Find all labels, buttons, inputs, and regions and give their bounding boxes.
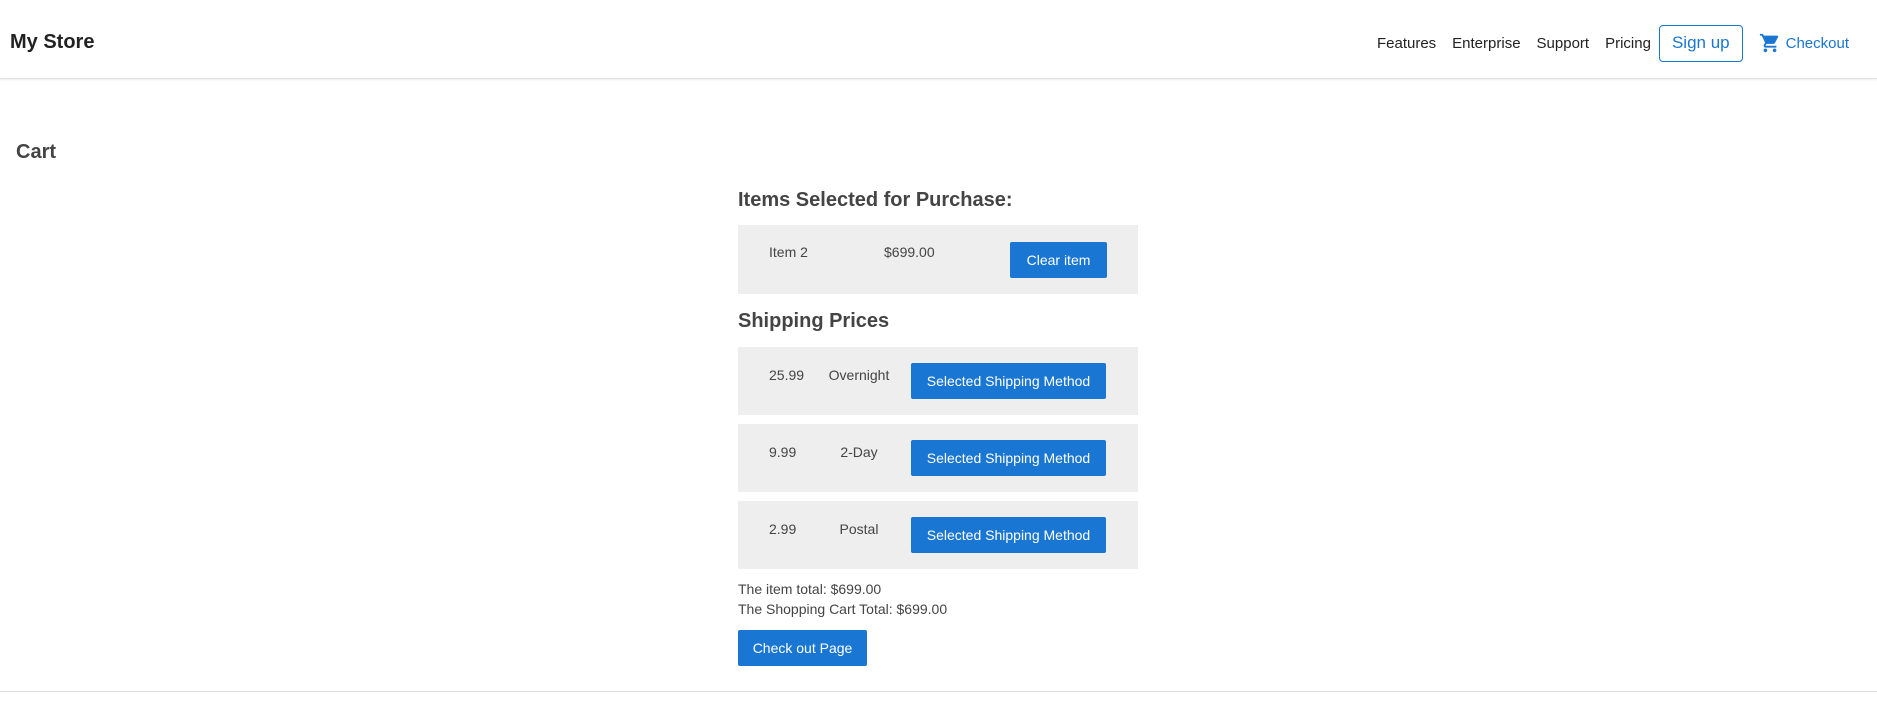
items-heading: Items Selected for Purchase:: [738, 189, 1013, 211]
totals-block: The item total: $699.00 The Shopping Car…: [738, 579, 1138, 619]
checkout-label: Checkout: [1785, 34, 1849, 52]
shipping-option-row: 25.99 Overnight Selected Shipping Method: [738, 347, 1138, 415]
shipping-method: Overnight: [828, 367, 890, 383]
item-name: Item 2: [769, 244, 808, 260]
select-shipping-button[interactable]: Selected Shipping Method: [911, 517, 1106, 553]
checkout-page-button[interactable]: Check out Page: [738, 630, 867, 666]
page-title: Cart: [16, 141, 57, 163]
item-price: $699.00: [884, 244, 935, 260]
nav-enterprise[interactable]: Enterprise: [1452, 35, 1520, 52]
cart-item-row: Item 2 $699.00 Clear item: [738, 225, 1138, 294]
shopping-cart-icon: [1759, 33, 1778, 53]
item-total-text: The item total: $699.00: [738, 581, 882, 597]
cart-total-text: The Shopping Cart Total: $699.00: [738, 601, 948, 617]
shipping-method: 2-Day: [840, 444, 878, 460]
top-nav: Features Enterprise Support Pricing Sign…: [1377, 24, 1877, 62]
checkout-link[interactable]: Checkout: [1759, 32, 1849, 54]
nav-pricing[interactable]: Pricing: [1605, 35, 1651, 52]
nav-features[interactable]: Features: [1377, 35, 1436, 52]
shipping-price: 25.99: [769, 367, 805, 383]
select-shipping-button[interactable]: Selected Shipping Method: [911, 440, 1106, 476]
shipping-price: 9.99: [769, 444, 797, 460]
footer-divider: [0, 691, 1877, 692]
cart-content: Items Selected for Purchase: Item 2 $699…: [738, 186, 1138, 666]
shipping-option-row: 9.99 2-Day Selected Shipping Method: [738, 424, 1138, 492]
shipping-heading: Shipping Prices: [738, 310, 890, 332]
shipping-method: Postal: [839, 521, 879, 537]
brand-title[interactable]: My Store: [10, 31, 94, 54]
shipping-price: 2.99: [769, 521, 797, 537]
select-shipping-button[interactable]: Selected Shipping Method: [911, 363, 1106, 399]
shipping-option-row: 2.99 Postal Selected Shipping Method: [738, 501, 1138, 569]
clear-item-button[interactable]: Clear item: [1010, 242, 1107, 278]
nav-support[interactable]: Support: [1537, 35, 1590, 52]
app-header: My Store Features Enterprise Support Pri…: [0, 0, 1877, 79]
signup-button[interactable]: Sign up: [1658, 24, 1743, 62]
